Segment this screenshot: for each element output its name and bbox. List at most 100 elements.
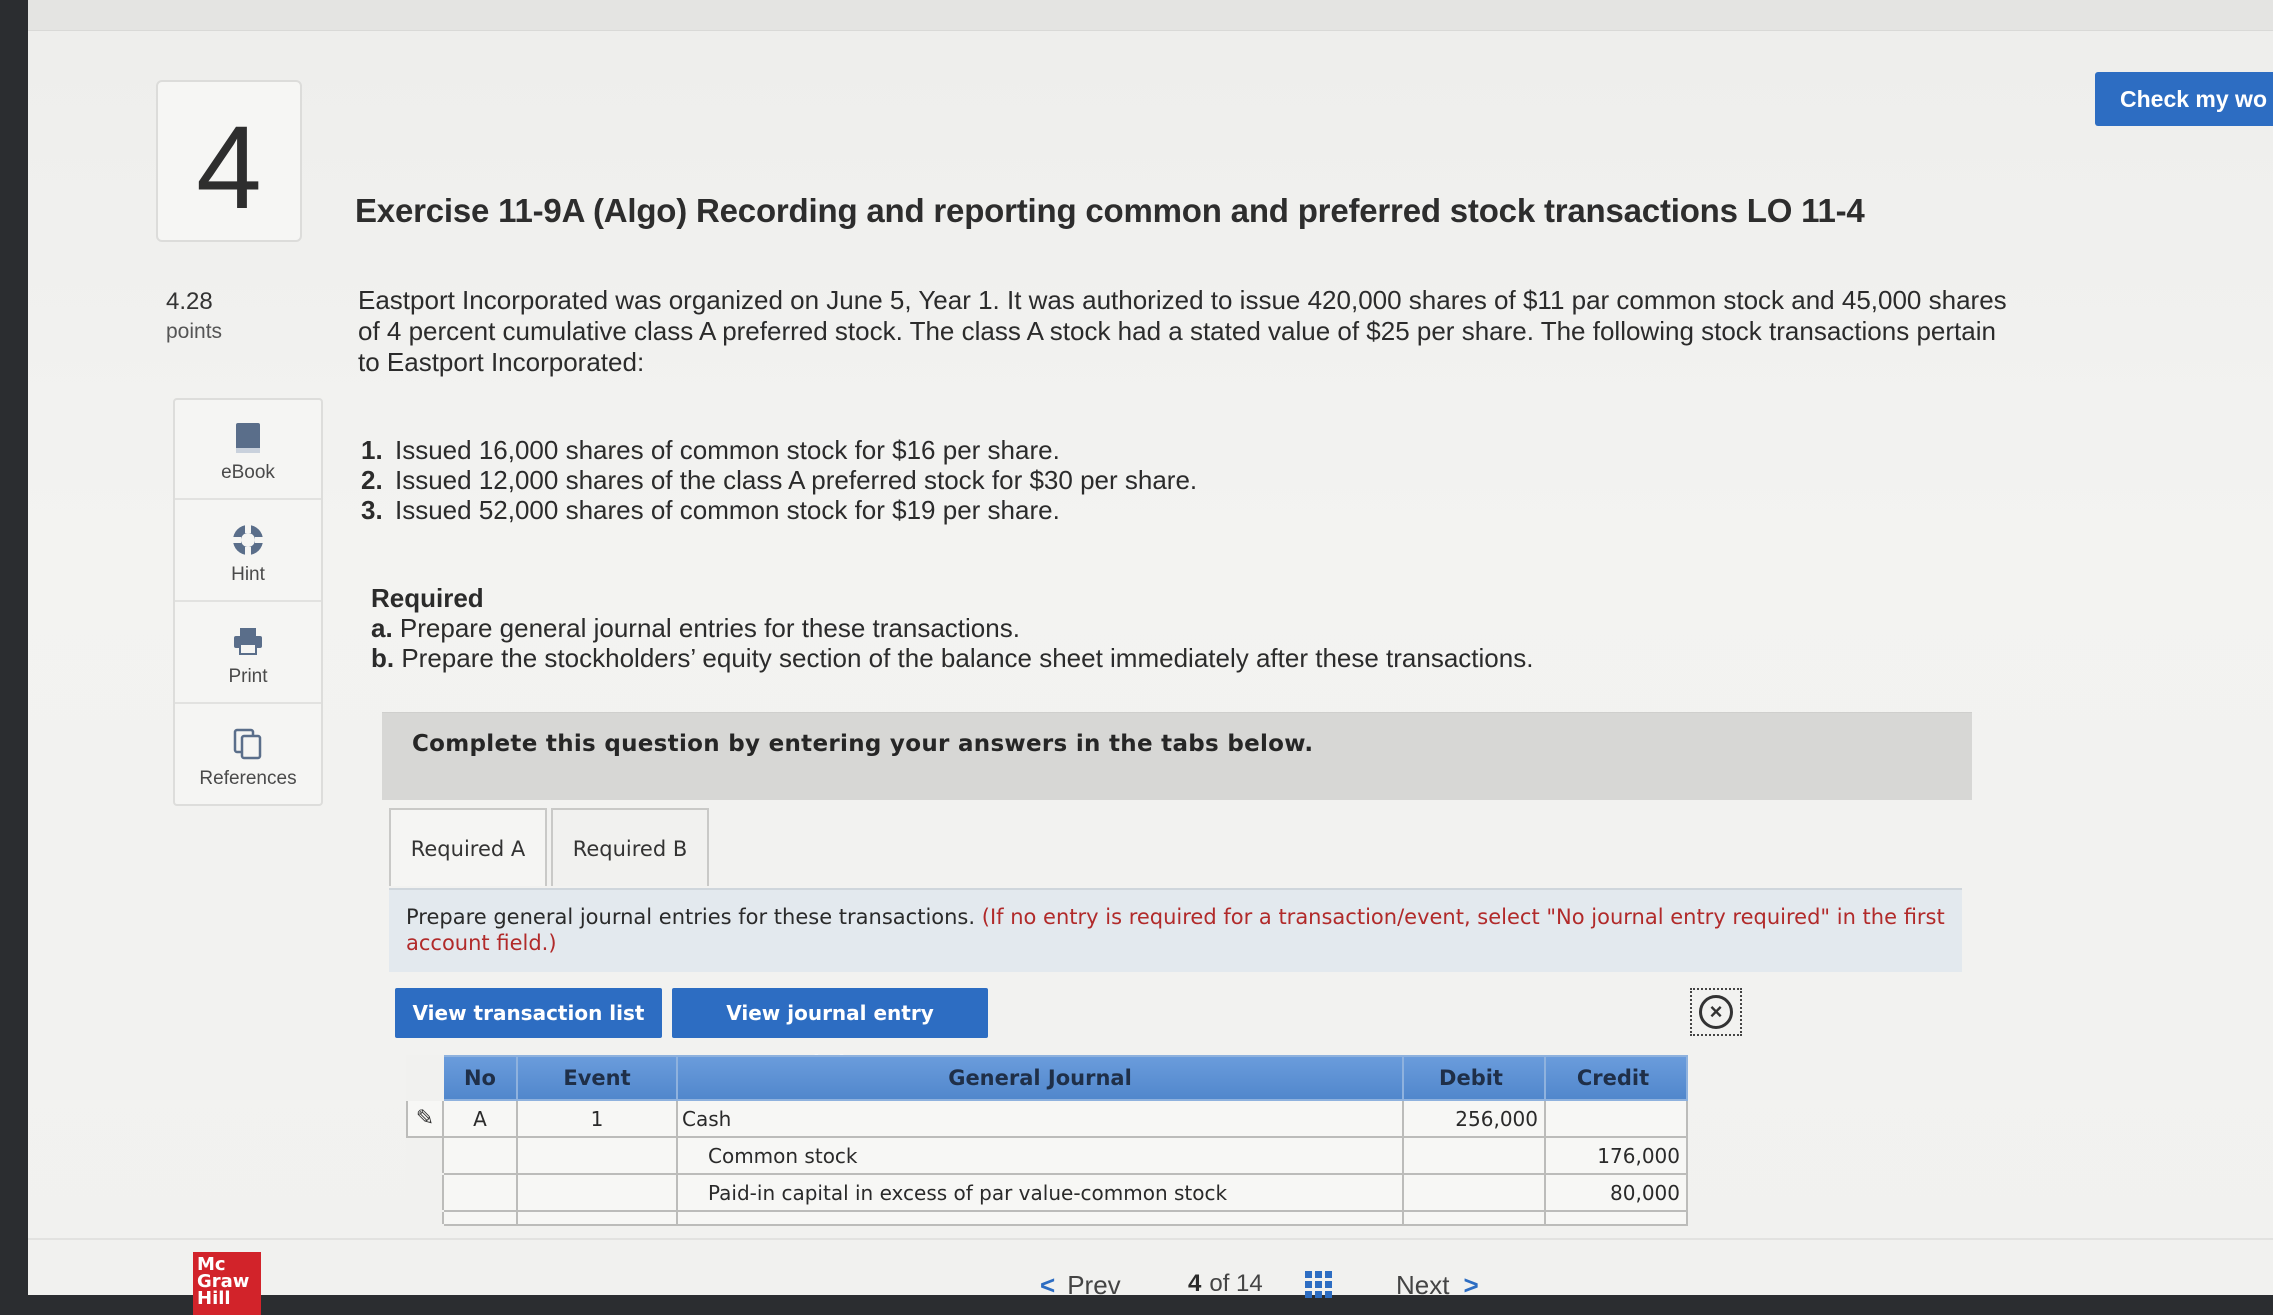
pencil-icon[interactable]: ✎ — [416, 1106, 434, 1131]
cell-credit — [1544, 1099, 1688, 1138]
footer-divider — [28, 1238, 2273, 1240]
required-a-letter: a. — [371, 613, 393, 643]
item-number: 3. — [361, 495, 383, 525]
edit-cell[interactable]: ✎ — [406, 1099, 444, 1138]
references-label: References — [199, 768, 297, 789]
hint-label: Hint — [231, 564, 265, 585]
required-b-letter: b. — [371, 643, 395, 673]
general-journal-table: No Event General Journal Debit Credit ✎ … — [406, 1055, 1688, 1226]
tab-instructions: Prepare general journal entries for thes… — [389, 888, 1962, 972]
lifebuoy-icon — [230, 522, 266, 558]
page-current: 4 — [1188, 1270, 1202, 1297]
table-row[interactable]: Common stock 176,000 — [406, 1136, 1688, 1175]
cell-debit-empty — [1402, 1210, 1546, 1226]
cell-credit: 80,000 — [1544, 1173, 1688, 1212]
header-credit: Credit — [1544, 1055, 1688, 1101]
required-b-text: Prepare the stockholders’ equity section… — [401, 643, 1534, 673]
required-a: a. Prepare general journal entries for t… — [371, 613, 1533, 643]
chevron-right-icon: > — [1463, 1270, 1479, 1300]
question-number-box: 4 — [156, 80, 302, 242]
list-item: 3. Issued 52,000 shares of common stock f… — [361, 495, 1197, 525]
next-button[interactable]: Next > — [1396, 1270, 1479, 1301]
ebook-icon — [230, 420, 266, 456]
required-heading: Required — [371, 583, 484, 613]
cell-credit: 176,000 — [1544, 1136, 1688, 1175]
complete-text: Complete this question by entering your … — [412, 731, 1314, 757]
instructions-banner: Complete this question by entering your … — [382, 712, 1972, 800]
edit-cell-empty — [406, 1210, 444, 1226]
tab-required-a[interactable]: Required A — [389, 808, 547, 886]
mcgraw-hill-logo: Mc Graw Hill — [193, 1252, 261, 1315]
edit-cell-empty — [406, 1136, 444, 1175]
check-my-work-button[interactable]: Check my wo — [2095, 72, 2273, 126]
item-text: Issued 52,000 shares of common stock for… — [395, 495, 1060, 525]
cell-account: Cash — [676, 1099, 1404, 1138]
ebook-tool[interactable]: eBook — [175, 400, 321, 500]
cell-event — [516, 1136, 678, 1175]
cell-account-empty — [676, 1210, 1404, 1226]
close-button[interactable]: × — [1690, 988, 1742, 1036]
table-row[interactable]: Paid-in capital in excess of par value-c… — [406, 1173, 1688, 1212]
screen: Check my wo 4 4.28 points eBook Hint Pri… — [28, 0, 2273, 1315]
view-transaction-list-button[interactable]: View transaction list — [395, 988, 662, 1038]
page-of: of 14 — [1209, 1270, 1263, 1297]
cell-no — [442, 1173, 518, 1212]
cell-credit-empty — [1544, 1210, 1688, 1226]
exercise-title: Exercise 11-9A (Algo) Recording and repo… — [355, 192, 1865, 229]
close-icon: × — [1699, 995, 1733, 1029]
cell-no — [442, 1136, 518, 1175]
cell-no: A — [442, 1099, 518, 1138]
cell-account: Paid-in capital in excess of par value-c… — [676, 1173, 1404, 1212]
printer-icon — [230, 624, 266, 660]
item-number: 1. — [361, 435, 383, 465]
table-row[interactable] — [406, 1210, 1688, 1226]
view-journal-worksheet-button[interactable]: View journal entry worksheet — [672, 988, 988, 1075]
ebook-label: eBook — [221, 462, 275, 483]
grid-icon[interactable] — [1304, 1270, 1334, 1300]
references-tool[interactable]: References — [175, 706, 321, 806]
cell-debit: 256,000 — [1402, 1099, 1546, 1138]
top-divider — [28, 30, 2273, 31]
cell-no-empty — [442, 1210, 518, 1226]
instructions-main: Prepare general journal entries for thes… — [406, 905, 976, 929]
item-number: 2. — [361, 465, 383, 495]
cell-event — [516, 1173, 678, 1212]
cell-debit — [1402, 1136, 1546, 1175]
hint-tool[interactable]: Hint — [175, 502, 321, 602]
edit-header — [406, 1055, 444, 1101]
required-section: Required a. Prepare general journal entr… — [371, 583, 1533, 673]
header-debit: Debit — [1402, 1055, 1546, 1101]
question-number: 4 — [196, 102, 262, 234]
table-row[interactable]: ✎ A 1 Cash 256,000 — [406, 1099, 1688, 1138]
next-label: Next — [1396, 1270, 1450, 1300]
tools-panel: eBook Hint Print References — [173, 398, 323, 806]
page-indicator: 4 of 14 — [1188, 1270, 1263, 1298]
intro-paragraph: Eastport Incorporated was organized on J… — [358, 285, 2007, 377]
header-no: No — [442, 1055, 518, 1101]
prev-button[interactable]: < Prev — [1040, 1270, 1121, 1301]
copy-icon — [230, 726, 266, 762]
print-label: Print — [228, 666, 268, 687]
points-label: points — [166, 320, 223, 343]
cell-debit — [1402, 1173, 1546, 1212]
cell-event-empty — [516, 1210, 678, 1226]
print-tool[interactable]: Print — [175, 604, 321, 704]
required-a-text: Prepare general journal entries for thes… — [399, 613, 1020, 643]
required-b: b. Prepare the stockholders’ equity sect… — [371, 643, 1533, 673]
edit-cell-empty — [406, 1173, 444, 1212]
item-text: Issued 12,000 shares of the class A pref… — [395, 465, 1198, 495]
list-item: 1. Issued 16,000 shares of common stock f… — [361, 435, 1197, 465]
table-header-row: No Event General Journal Debit Credit — [406, 1055, 1688, 1101]
cell-account: Common stock — [676, 1136, 1404, 1175]
points-value: 4.28 — [166, 288, 213, 315]
tab-required-b[interactable]: Required B — [551, 808, 709, 886]
list-item: 2. Issued 12,000 shares of the class A pr… — [361, 465, 1197, 495]
prev-label: Prev — [1067, 1270, 1121, 1300]
instructions-text: Prepare general journal entries for thes… — [406, 904, 1946, 956]
header-event: Event — [516, 1055, 678, 1101]
item-text: Issued 16,000 shares of common stock for… — [395, 435, 1060, 465]
chevron-left-icon: < — [1040, 1270, 1056, 1300]
header-general-journal: General Journal — [676, 1055, 1404, 1101]
cell-event: 1 — [516, 1099, 678, 1138]
transaction-list: 1. Issued 16,000 shares of common stock f… — [361, 435, 1197, 525]
